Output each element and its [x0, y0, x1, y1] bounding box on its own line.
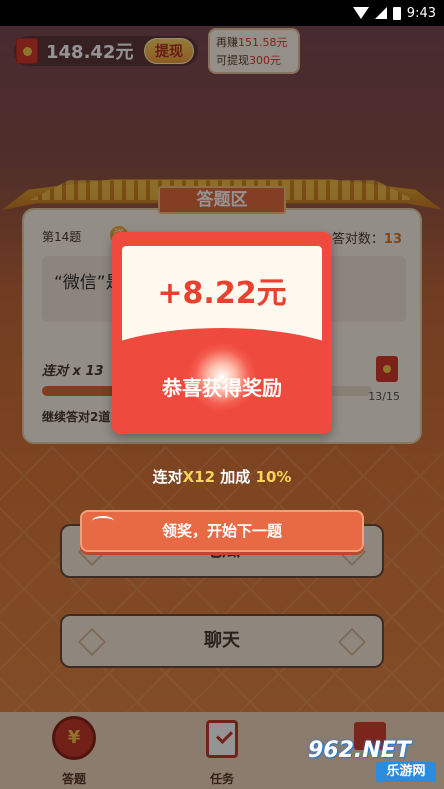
claim-next-button[interactable]: 领奖，开始下一题 [80, 510, 364, 552]
reward-title: 恭喜获得奖励 [162, 376, 282, 400]
combo-bonus-text: 连对X12 加成 10% [0, 466, 444, 487]
status-time: 9:43 [406, 5, 436, 21]
red-envelope-popup: +8.22元 恭喜获得奖励 [112, 232, 332, 434]
shine-decoration [92, 516, 114, 526]
watermark-brand: 962.NET [308, 738, 411, 763]
site-watermark: 962.NET 乐游网 [300, 738, 440, 784]
combo-count: X12 [182, 468, 216, 486]
signal-icon [374, 7, 387, 19]
combo-prefix: 连对 [152, 468, 183, 486]
combo-percent: 10% [255, 468, 292, 486]
status-bar: 9:43 [0, 0, 444, 26]
watermark-sub: 乐游网 [376, 762, 436, 782]
claim-next-label: 领奖，开始下一题 [161, 522, 282, 540]
wifi-icon [352, 7, 369, 19]
battery-icon [392, 6, 401, 20]
combo-middle: 加成 [220, 468, 251, 486]
reward-amount: +8.22元 [157, 276, 287, 311]
